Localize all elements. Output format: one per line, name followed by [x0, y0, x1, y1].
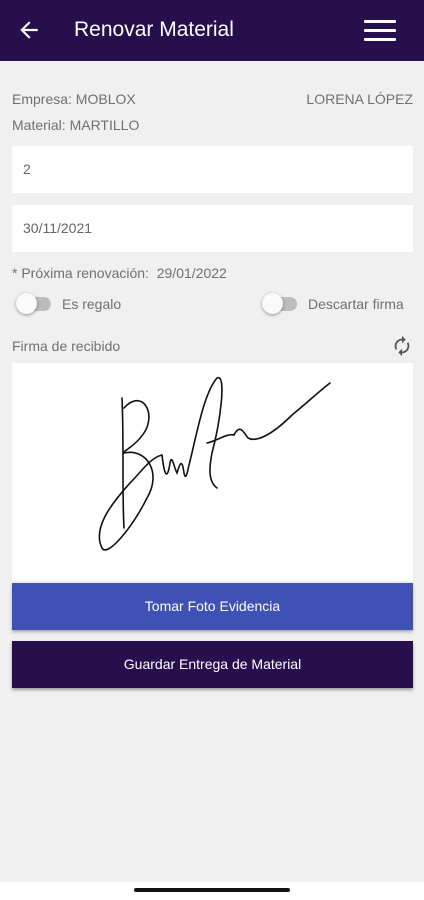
- discard-signature-label: Descartar firma: [308, 296, 404, 312]
- gift-toggle-label: Es regalo: [62, 296, 122, 312]
- app-bar: Renovar Material: [0, 0, 424, 61]
- signature-pad[interactable]: [12, 363, 413, 581]
- discard-signature-toggle[interactable]: [262, 293, 297, 314]
- hamburger-menu-icon[interactable]: [364, 20, 396, 42]
- material-text: Material: MARTILLO: [12, 117, 140, 133]
- save-delivery-button[interactable]: Guardar Entrega de Material: [12, 641, 413, 688]
- quantity-field[interactable]: 2: [12, 146, 413, 193]
- home-gesture-handle[interactable]: [134, 888, 290, 892]
- gift-toggle[interactable]: [16, 293, 51, 314]
- user-name: LORENA LÓPEZ: [306, 91, 413, 107]
- date-field[interactable]: 30/11/2021: [12, 205, 413, 252]
- company-text: Empresa: MOBLOX: [12, 91, 136, 107]
- next-renewal-text: * Próxima renovación: 29/01/2022: [12, 265, 227, 281]
- back-arrow-icon[interactable]: [16, 17, 42, 43]
- signature-drawing: [98, 377, 331, 551]
- page-title: Renovar Material: [74, 18, 234, 41]
- signature-label: Firma de recibido: [12, 338, 121, 354]
- refresh-icon[interactable]: [391, 335, 413, 357]
- take-photo-button[interactable]: Tomar Foto Evidencia: [12, 583, 413, 630]
